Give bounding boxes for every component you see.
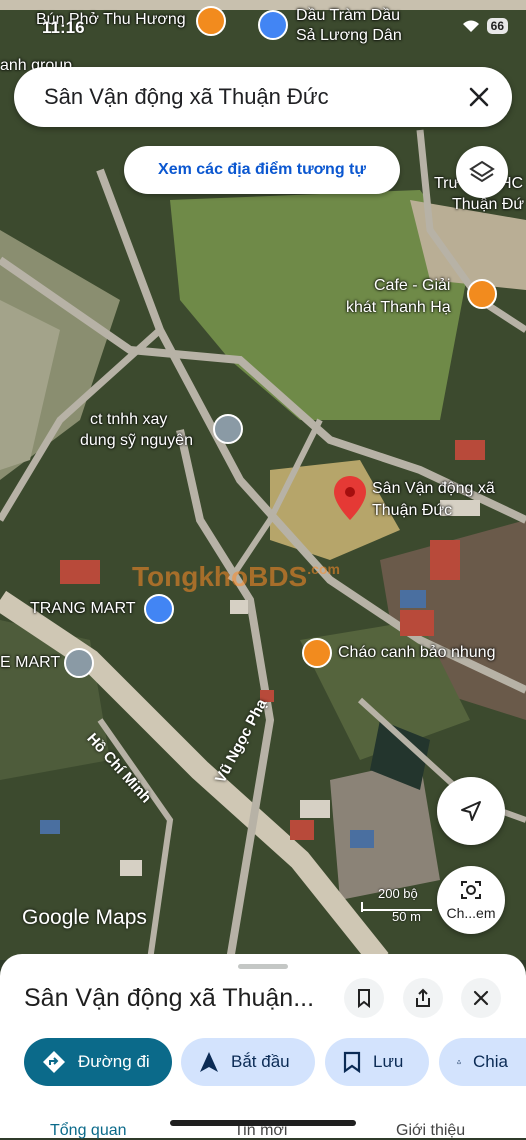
label-stadium-1[interactable]: Sân Vận động xã [372,479,495,498]
share-icon [457,1059,461,1065]
start-button[interactable]: Bắt đầu [181,1038,315,1086]
label-stadium-2[interactable]: Thuận Đức [372,501,452,520]
bookmark-button[interactable] [344,978,384,1018]
share-label: Chia [473,1052,508,1071]
place-title: Sân Vận động xã Thuận... [24,984,315,1012]
e-mart-pin-icon[interactable] [64,648,94,678]
search-bar[interactable]: Sân Vận động xã Thuận Đức [14,67,512,127]
google-maps-attribution: Google Maps [22,906,147,929]
share-chip-button[interactable]: Chia [439,1038,526,1086]
status-bar: 11:16 66 [0,0,526,46]
search-input[interactable]: Sân Vận động xã Thuận Đức [44,84,329,110]
chao-pin-icon[interactable] [302,638,332,668]
my-location-button[interactable] [437,777,505,845]
clock: 11:16 [42,18,85,37]
label-trang-mart[interactable]: TRANG MART [30,599,135,618]
label-e-mart[interactable]: E MART [0,653,60,672]
label-chao[interactable]: Cháo canh bảo nhung [338,643,495,662]
close-sheet-button[interactable] [461,978,501,1018]
directions-button[interactable]: Đường đi [24,1038,172,1086]
navigation-arrow-icon [461,801,481,821]
layers-icon [469,160,495,183]
label-school-2[interactable]: Thuận Đứ [452,195,524,214]
scale-feet: 200 bộ [378,886,418,901]
save-button[interactable]: Lưu [325,1038,429,1086]
street-view-button[interactable]: Ch...em [437,866,505,934]
battery-indicator: 66 [486,18,508,34]
stadium-red-pin-icon[interactable] [334,476,366,520]
share-button[interactable] [403,978,443,1018]
place-bottom-sheet[interactable]: Sân Vận động xã Thuận... Đường đi Bắt đầ… [0,954,526,1140]
directions-icon [43,1051,65,1073]
bookmark-icon [358,989,370,1008]
start-label: Bắt đầu [231,1052,290,1071]
close-icon [473,990,489,1006]
label-cafe-2[interactable]: khát Thanh Hạ [346,298,451,317]
home-indicator [170,1120,356,1126]
scale-meters: 50 m [392,909,421,924]
tab-overview[interactable]: Tổng quan [50,1122,127,1140]
label-school-1[interactable]: Trư [434,174,459,193]
camera-scan-icon [461,881,481,899]
layers-button[interactable] [456,146,508,198]
label-company-1[interactable]: ct tnhh xay [90,410,167,429]
street-view-label: Ch...em [446,905,496,921]
wifi-icon [462,20,479,32]
share-icon [416,988,430,1007]
close-icon[interactable] [464,82,494,112]
watermark: TongkhoBDS.com [132,561,340,592]
label-company-2[interactable]: dung sỹ nguyên [80,431,193,450]
scale-bar: 200 bộ 50 m [360,886,434,926]
cafe-pin-icon[interactable] [467,279,497,309]
drag-handle[interactable] [238,964,288,969]
save-label: Lưu [373,1052,404,1071]
label-cafe-1[interactable]: Cafe - Giải [374,276,450,295]
similar-places-button[interactable]: Xem các địa điểm tương tự [124,146,400,194]
directions-label: Đường đi [78,1052,150,1071]
company-pin-icon[interactable] [213,414,243,444]
trang-mart-pin-icon[interactable] [144,594,174,624]
tab-about[interactable]: Giới thiệu [396,1122,465,1140]
bookmark-icon [343,1051,361,1073]
navigation-icon [200,1052,218,1072]
